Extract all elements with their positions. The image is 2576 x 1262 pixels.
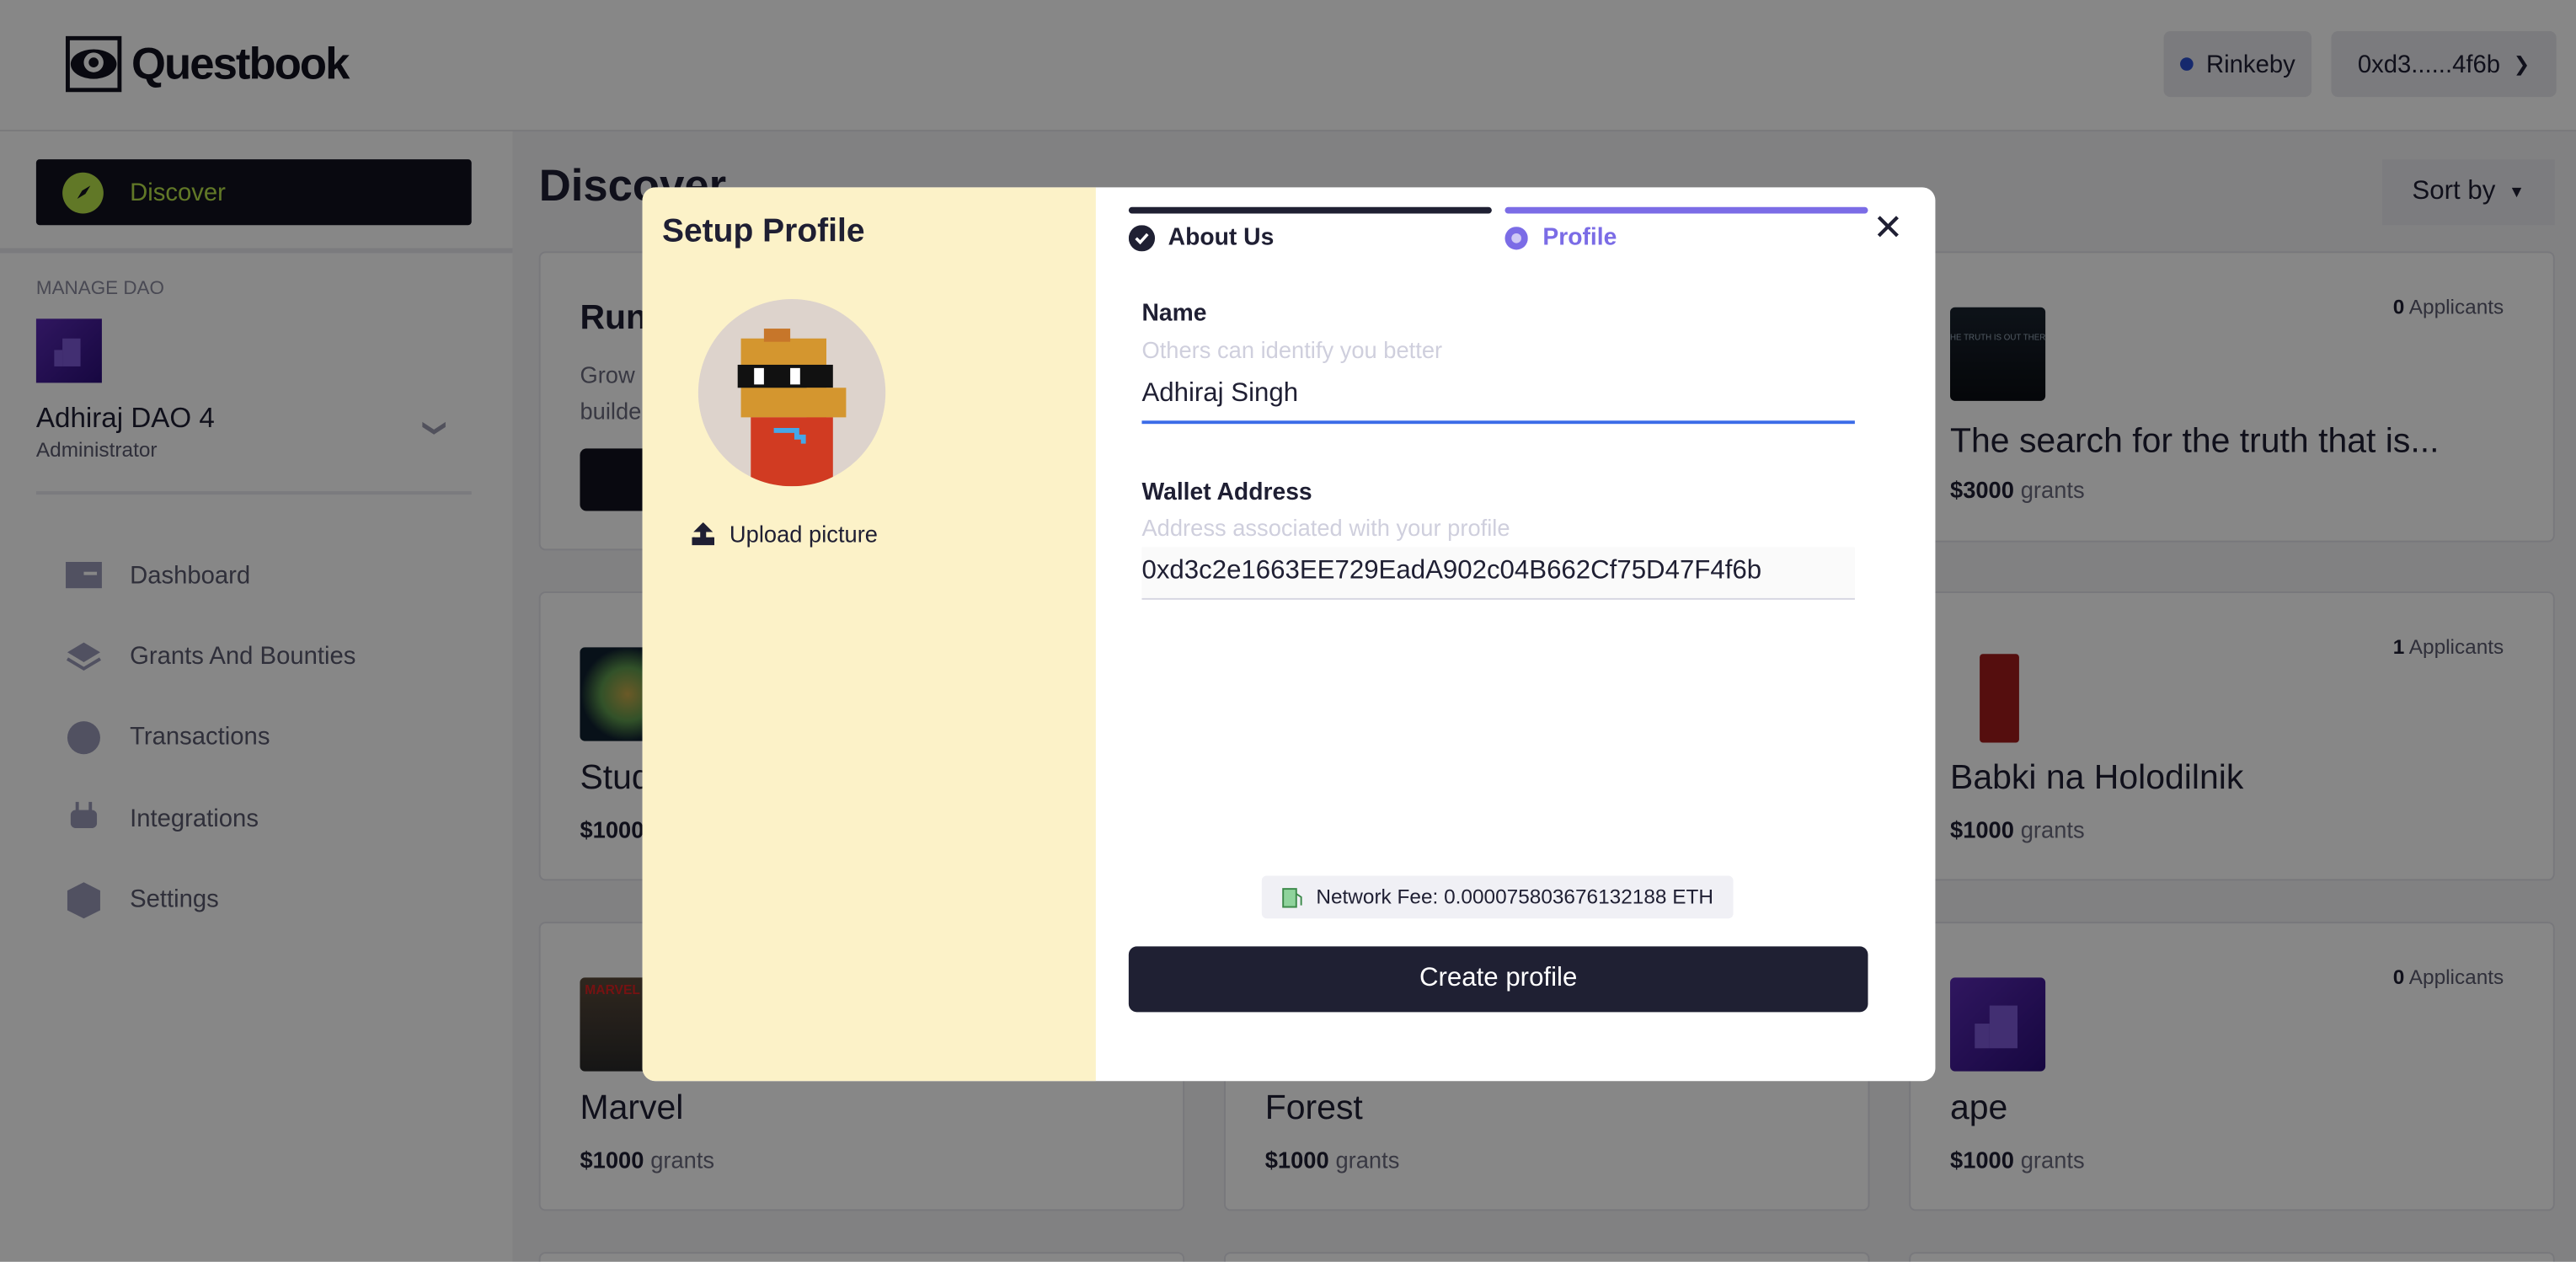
wallet-address-input[interactable]: 0xd3c2e1663EE729EadA902c04B662Cf75D47F4f… bbox=[1141, 547, 1855, 600]
name-value: Adhiraj Singh bbox=[1141, 379, 1299, 408]
network-fee-text: Network Fee: 0.000075803676132188 ETH bbox=[1316, 885, 1714, 909]
wallet-address-helper: Address associated with your profile bbox=[1141, 514, 1510, 541]
name-input[interactable]: Adhiraj Singh bbox=[1141, 375, 1855, 425]
step-label: About Us bbox=[1168, 225, 1275, 252]
step-progress-bar bbox=[1504, 206, 1868, 214]
wallet-address-label: Wallet Address bbox=[1141, 479, 1312, 506]
upload-icon bbox=[692, 522, 714, 546]
setup-profile-modal: Setup Profile Upload picture About Us Pr… bbox=[642, 187, 1936, 1082]
upload-label: Upload picture bbox=[729, 521, 879, 548]
step-progress-bar bbox=[1128, 206, 1492, 214]
network-fee-badge: Network Fee: 0.000075803676132188 ETH bbox=[1261, 875, 1734, 919]
upload-picture-button[interactable]: Upload picture bbox=[692, 521, 878, 547]
modal-title: Setup Profile bbox=[661, 213, 865, 250]
gas-pump-icon bbox=[1282, 887, 1302, 907]
profile-picture-panel: Setup Profile Upload picture bbox=[642, 187, 1096, 1082]
wallet-address-value: 0xd3c2e1663EE729EadA902c04B662Cf75D47F4f… bbox=[1141, 557, 1762, 586]
name-label: Name bbox=[1141, 300, 1207, 328]
close-icon[interactable]: ✕ bbox=[1873, 210, 1903, 247]
create-profile-label: Create profile bbox=[1419, 964, 1578, 992]
active-step-dot-icon bbox=[1504, 227, 1528, 250]
profile-avatar[interactable] bbox=[697, 298, 886, 487]
name-helper: Others can identify you better bbox=[1141, 336, 1443, 364]
step-profile[interactable]: Profile bbox=[1504, 225, 1617, 251]
check-circle-icon bbox=[1128, 225, 1156, 252]
step-about-us[interactable]: About Us bbox=[1128, 225, 1275, 252]
create-profile-button[interactable]: Create profile bbox=[1128, 946, 1868, 1013]
pixel-avatar-icon bbox=[737, 329, 847, 487]
step-label: Profile bbox=[1542, 225, 1617, 252]
